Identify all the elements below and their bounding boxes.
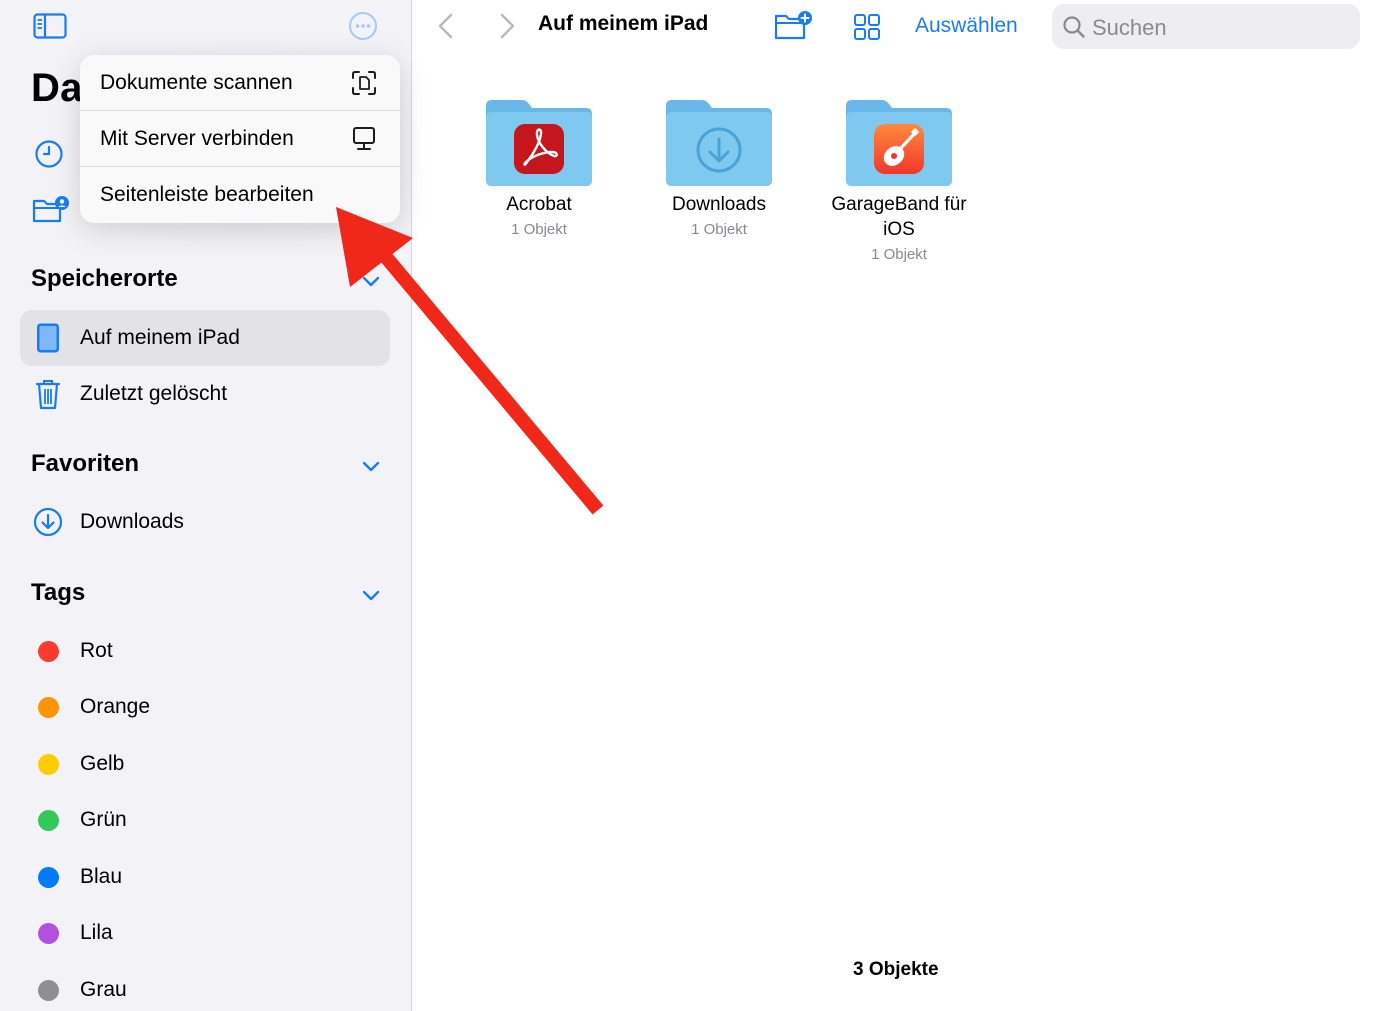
- annotation-arrow-icon: [336, 207, 604, 515]
